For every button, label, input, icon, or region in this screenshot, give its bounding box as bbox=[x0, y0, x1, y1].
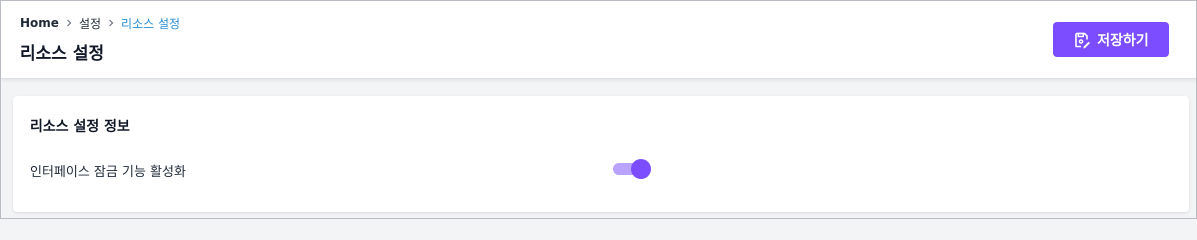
breadcrumb-settings[interactable]: 설정 bbox=[79, 15, 101, 32]
save-edit-icon bbox=[1073, 31, 1091, 49]
save-button-label: 저장하기 bbox=[1097, 32, 1149, 49]
card-title: 리소스 설정 정보 bbox=[30, 119, 130, 135]
breadcrumb: Home 설정 리소스 설정 bbox=[20, 15, 180, 31]
breadcrumb-home[interactable]: Home bbox=[20, 16, 59, 30]
chevron-right-icon bbox=[101, 19, 121, 27]
interface-lock-toggle[interactable] bbox=[613, 157, 653, 181]
save-button[interactable]: 저장하기 bbox=[1053, 22, 1169, 57]
toggle-knob bbox=[631, 159, 651, 179]
page-header: Home 설정 리소스 설정 리소스 설정 저장하기 bbox=[1, 1, 1196, 79]
chevron-right-icon bbox=[59, 19, 79, 27]
app-frame: Home 설정 리소스 설정 리소스 설정 저장하기 리소스 설정 정보 인터페… bbox=[0, 0, 1197, 219]
resource-settings-card: 리소스 설정 정보 인터페이스 잠금 기능 활성화 bbox=[13, 96, 1189, 212]
breadcrumb-current: 리소스 설정 bbox=[121, 16, 181, 31]
interface-lock-label: 인터페이스 잠금 기능 활성화 bbox=[30, 165, 186, 180]
page-title: 리소스 설정 bbox=[20, 44, 105, 64]
